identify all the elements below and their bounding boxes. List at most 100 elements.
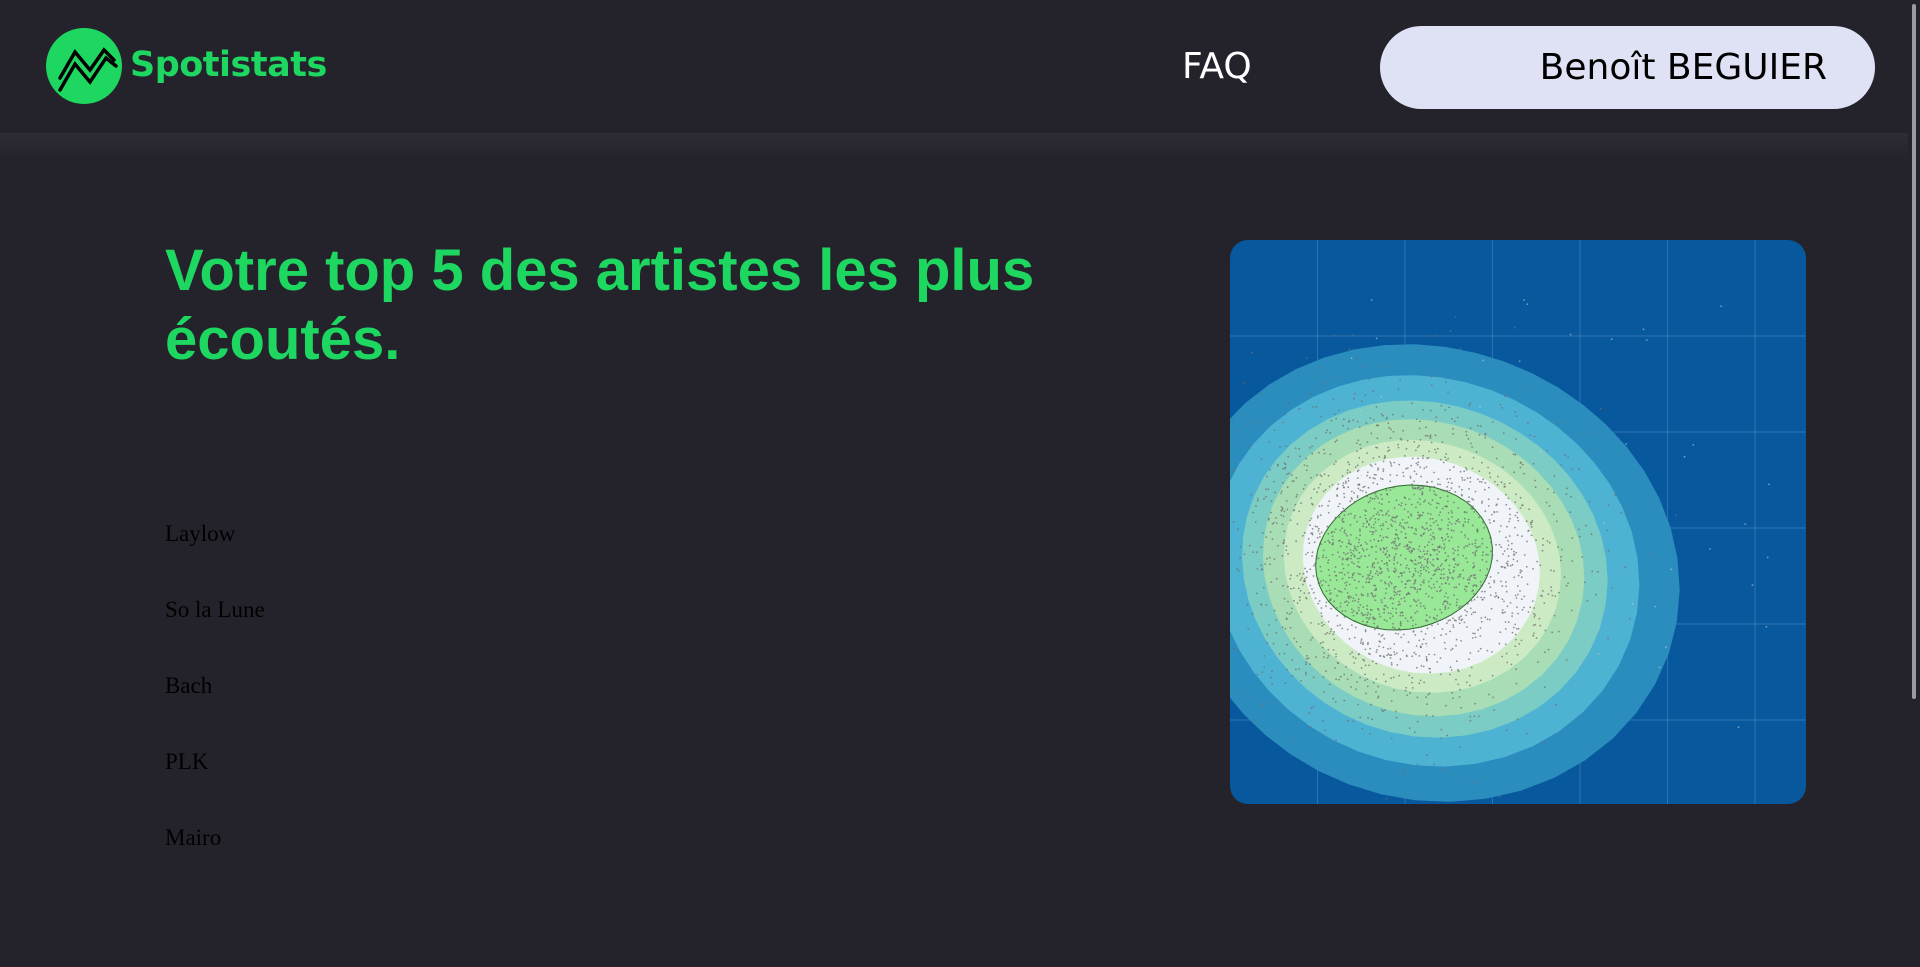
scatter-point	[1484, 580, 1486, 582]
scatter-point	[1428, 616, 1431, 618]
scatter-point	[1389, 581, 1392, 583]
scatter-point	[1447, 481, 1450, 484]
scatter-point	[1291, 675, 1294, 677]
scatter-point	[1398, 593, 1401, 596]
scatter-point	[1368, 378, 1370, 380]
scatter-point	[1305, 469, 1308, 472]
scatter-point	[1403, 571, 1406, 574]
scatter-point	[1422, 638, 1425, 641]
scatter-point	[1441, 583, 1443, 585]
scatter-point	[1418, 444, 1420, 447]
scatter-point	[1268, 441, 1271, 443]
user-account-button[interactable]: Benoît BEGUIER	[1380, 26, 1875, 109]
scatter-point	[1557, 630, 1560, 633]
scatter-point	[1442, 539, 1444, 542]
scatter-point	[1387, 510, 1390, 512]
scatter-point	[1499, 403, 1502, 406]
scatter-point	[1419, 488, 1421, 491]
scatter-point	[1390, 428, 1392, 431]
scatter-point	[1399, 522, 1402, 524]
scatter-point	[1317, 557, 1320, 560]
scatter-point	[1407, 516, 1410, 519]
scatter-point	[1554, 704, 1557, 706]
scatter-point	[1280, 492, 1282, 495]
scatter-point	[1296, 574, 1299, 577]
scatter-point	[1409, 605, 1412, 607]
scrollbar-thumb[interactable]	[1912, 4, 1916, 699]
brand-logo[interactable]	[46, 28, 122, 104]
scatter-point	[1453, 501, 1455, 504]
scatter-point	[1409, 513, 1412, 516]
scatter-point	[1446, 489, 1448, 492]
scatter-point	[1503, 483, 1506, 485]
scatter-point	[1306, 654, 1308, 657]
scatter-point	[1546, 488, 1549, 490]
scatter-point	[1420, 475, 1422, 478]
scatter-point	[1474, 611, 1477, 614]
brand-name[interactable]: Spotistats	[130, 40, 327, 90]
scatter-point	[1342, 567, 1345, 570]
scatter-point	[1521, 504, 1523, 507]
scatter-point	[1455, 678, 1457, 681]
scatter-point	[1406, 620, 1409, 622]
scatter-point	[1390, 582, 1393, 585]
scatter-point	[1252, 551, 1254, 553]
scatter-point	[1458, 521, 1461, 523]
scatter-point	[1350, 596, 1352, 599]
scatter-point	[1383, 618, 1386, 621]
scatter-point	[1375, 545, 1377, 548]
scatter-point	[1481, 598, 1484, 601]
scatter-point	[1514, 633, 1517, 636]
scatter-point	[1393, 563, 1395, 565]
scatter-point	[1569, 511, 1572, 514]
scatter-point	[1468, 578, 1471, 581]
scatter-point	[1431, 480, 1433, 483]
scatter-point	[1431, 517, 1434, 520]
scatter-point	[1670, 568, 1673, 571]
scatter-point	[1396, 515, 1398, 518]
scatter-point	[1350, 551, 1353, 554]
scatter-point	[1473, 715, 1476, 718]
scatter-point	[1620, 511, 1622, 514]
scatter-point	[1348, 637, 1351, 640]
scatter-point	[1351, 600, 1354, 602]
scatter-point	[1530, 523, 1533, 526]
scatter-point	[1416, 696, 1419, 699]
scatter-point	[1493, 520, 1495, 522]
scatter-point	[1357, 572, 1360, 575]
scatter-point	[1366, 471, 1369, 474]
scatter-point	[1369, 497, 1372, 499]
scatter-point	[1299, 455, 1301, 458]
scatter-point	[1430, 587, 1433, 590]
scatter-point	[1420, 535, 1423, 537]
scatter-point	[1307, 657, 1310, 660]
scatter-point	[1465, 536, 1467, 538]
scatter-point	[1369, 539, 1372, 542]
scatter-point	[1384, 592, 1387, 595]
scatter-point	[1429, 434, 1432, 437]
scatter-point	[1266, 633, 1269, 636]
scatter-point	[1419, 561, 1422, 564]
scatter-point	[1357, 483, 1359, 486]
scatter-point	[1375, 587, 1377, 590]
scatter-point	[1347, 564, 1350, 566]
scatter-point	[1381, 571, 1383, 573]
scatter-point	[1508, 482, 1511, 484]
scatter-point	[1447, 607, 1450, 609]
faq-link[interactable]: FAQ	[1182, 42, 1252, 92]
scatter-point	[1403, 545, 1406, 548]
scatter-point	[1451, 576, 1453, 579]
scatter-point	[1327, 526, 1330, 528]
scatter-point	[1268, 556, 1271, 559]
scatter-point	[1271, 538, 1274, 540]
scatter-point	[1305, 576, 1308, 579]
scatter-point	[1329, 599, 1331, 602]
scatter-point	[1509, 602, 1512, 604]
scatter-point	[1430, 375, 1433, 378]
scatter-point	[1463, 621, 1466, 624]
scatter-point	[1479, 581, 1482, 583]
scatter-point	[1337, 483, 1340, 486]
scatter-point	[1367, 611, 1369, 614]
scatter-point	[1385, 520, 1387, 523]
scatter-point	[1298, 407, 1301, 410]
